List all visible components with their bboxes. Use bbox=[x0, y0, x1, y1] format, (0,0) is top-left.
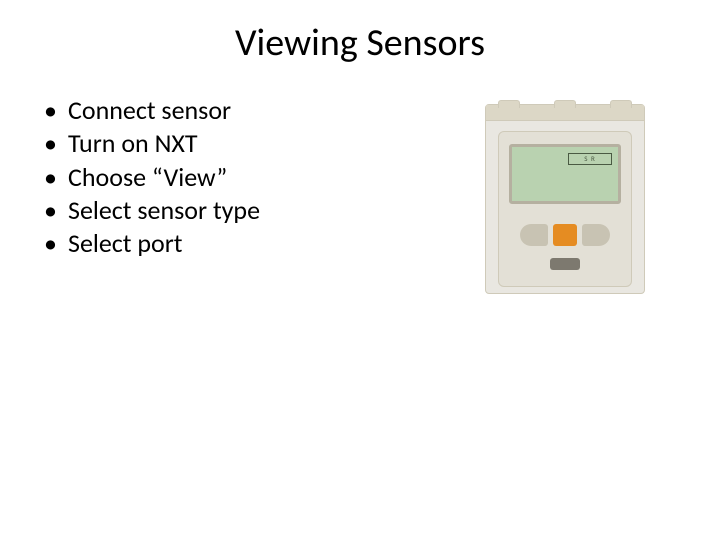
arrow-left-icon bbox=[520, 224, 548, 246]
content-row: Connect sensor Turn on NXT Choose “View”… bbox=[0, 94, 720, 294]
port-tab-icon bbox=[554, 100, 576, 108]
list-item: Turn on NXT bbox=[40, 127, 460, 160]
port-tab-icon bbox=[498, 100, 520, 108]
enter-button-icon bbox=[553, 224, 577, 246]
screen-readout: S R bbox=[568, 153, 612, 165]
nxt-buttons-icon bbox=[520, 210, 610, 270]
nxt-face-icon: S R bbox=[498, 131, 632, 287]
nxt-top-ports-icon bbox=[486, 105, 644, 121]
device-illustration: S R bbox=[460, 94, 670, 294]
list-item: Choose “View” bbox=[40, 161, 460, 194]
list-item: Connect sensor bbox=[40, 94, 460, 127]
nxt-screen-icon: S R bbox=[509, 144, 621, 204]
arrow-right-icon bbox=[582, 224, 610, 246]
bullet-list: Connect sensor Turn on NXT Choose “View”… bbox=[40, 94, 460, 260]
nxt-brick-icon: S R bbox=[485, 104, 645, 294]
slide-title: Viewing Sensors bbox=[0, 0, 720, 94]
list-item: Select port bbox=[40, 227, 460, 260]
port-tab-icon bbox=[610, 100, 632, 108]
list-item: Select sensor type bbox=[40, 194, 460, 227]
back-button-icon bbox=[550, 258, 580, 270]
